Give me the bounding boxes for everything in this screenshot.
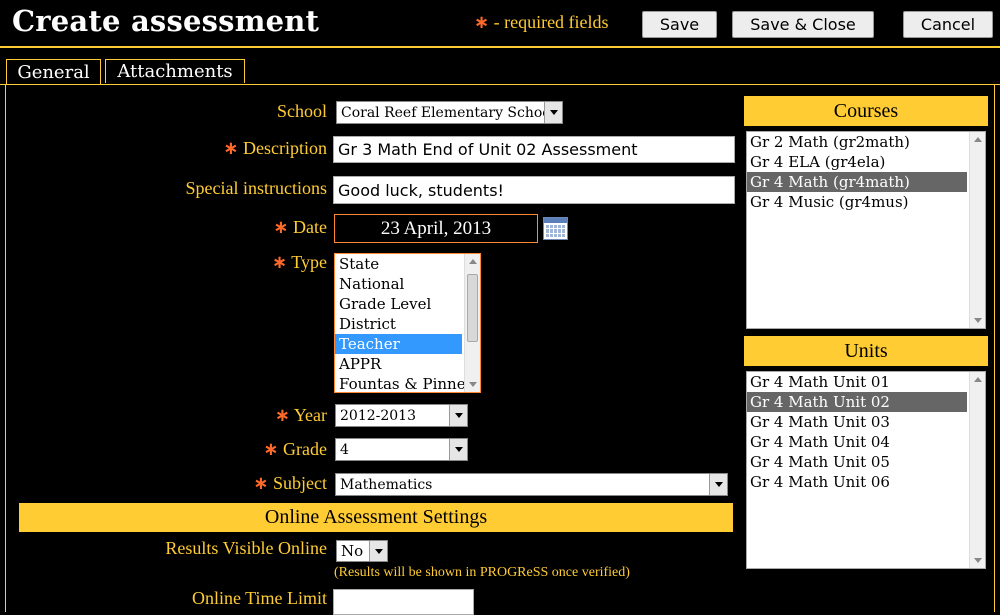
description-label: ∗ Description <box>223 138 327 159</box>
panel-border-left <box>5 84 6 612</box>
subject-select[interactable]: Mathematics <box>335 473 728 496</box>
date-label: ∗ Date <box>273 217 327 238</box>
scroll-down-icon[interactable] <box>469 382 477 387</box>
school-value: Coral Reef Elementary School <box>341 104 544 121</box>
description-input[interactable]: Gr 3 Math End of Unit 02 Assessment <box>333 136 735 163</box>
unit-item[interactable]: Gr 4 Math Unit 04 <box>747 432 985 452</box>
type-listbox[interactable]: State National Grade Level District Teac… <box>334 253 481 393</box>
unit-item[interactable]: Gr 4 Math Unit 01 <box>747 372 985 392</box>
subject-label: ∗ Subject <box>253 473 327 494</box>
course-item[interactable]: Gr 4 Music (gr4mus) <box>747 192 985 212</box>
subject-value: Mathematics <box>340 476 433 493</box>
type-scrollbar[interactable] <box>464 254 480 392</box>
type-option[interactable]: Fountas & Pinnell <box>335 374 480 392</box>
units-header: Units <box>744 336 988 366</box>
time-limit-input[interactable] <box>333 589 474 615</box>
grade-value: 4 <box>340 441 349 458</box>
course-item-selected[interactable]: Gr 4 Math (gr4math) <box>747 172 967 192</box>
results-visible-select[interactable]: No <box>336 540 388 562</box>
school-label: School <box>276 101 327 121</box>
required-asterisk-icon: ∗ <box>223 138 239 159</box>
results-visible-hint: (Results will be shown in PROGReSS once … <box>334 565 630 580</box>
type-option[interactable]: District <box>335 314 480 334</box>
chevron-down-icon[interactable] <box>449 439 467 460</box>
units-scrollbar[interactable] <box>969 372 985 568</box>
scroll-up-icon[interactable] <box>974 377 982 382</box>
scroll-up-icon[interactable] <box>974 137 982 142</box>
year-value: 2012-2013 <box>340 407 416 424</box>
course-item[interactable]: Gr 2 Math (gr2math) <box>747 132 985 152</box>
date-field[interactable]: 23 April, 2013 <box>334 214 538 243</box>
courses-scrollbar[interactable] <box>969 132 985 328</box>
save-close-button[interactable]: Save & Close <box>732 11 874 38</box>
required-asterisk-icon: ∗ <box>273 217 289 238</box>
scroll-up-icon[interactable] <box>469 259 477 264</box>
required-asterisk-icon: ∗ <box>271 252 288 273</box>
units-listbox[interactable]: Gr 4 Math Unit 01 Gr 4 Math Unit 02 Gr 4… <box>746 371 986 569</box>
unit-item[interactable]: Gr 4 Math Unit 05 <box>747 452 985 472</box>
time-limit-label: Online Time Limit <box>191 588 327 608</box>
type-label: ∗ Type <box>271 252 327 273</box>
courses-header: Courses <box>744 96 988 126</box>
required-fields-note: ∗ - required fields <box>474 12 609 33</box>
type-option[interactable]: State <box>335 254 480 274</box>
scroll-thumb[interactable] <box>467 274 478 342</box>
header-divider <box>0 46 1000 48</box>
special-instructions-input[interactable]: Good luck, students! <box>333 176 735 204</box>
chevron-down-icon[interactable] <box>544 102 562 123</box>
scroll-down-icon[interactable] <box>974 318 982 323</box>
type-option-selected[interactable]: Teacher <box>335 334 462 354</box>
chevron-down-icon[interactable] <box>709 474 727 495</box>
courses-listbox[interactable]: Gr 2 Math (gr2math) Gr 4 ELA (gr4ela) Gr… <box>746 131 986 329</box>
required-asterisk-icon: ∗ <box>263 439 279 460</box>
type-option[interactable]: APPR <box>335 354 480 374</box>
required-asterisk-icon: ∗ <box>253 473 269 494</box>
type-option[interactable]: National <box>335 274 480 294</box>
unit-item[interactable]: Gr 4 Math Unit 06 <box>747 472 985 492</box>
cancel-button[interactable]: Cancel <box>903 11 993 38</box>
online-settings-header: Online Assessment Settings <box>19 503 733 532</box>
page-title: Create assessment <box>12 4 320 38</box>
required-note-text: - required fields <box>489 12 609 32</box>
unit-item-selected[interactable]: Gr 4 Math Unit 02 <box>747 392 967 412</box>
course-item[interactable]: Gr 4 ELA (gr4ela) <box>747 152 985 172</box>
results-visible-value: No <box>341 542 364 560</box>
grade-select[interactable]: 4 <box>335 438 468 461</box>
tab-attachments[interactable]: Attachments <box>105 59 245 83</box>
year-select[interactable]: 2012-2013 <box>335 404 468 427</box>
grade-label: ∗ Grade <box>263 439 327 460</box>
year-label: ∗ Year <box>274 405 327 426</box>
scroll-down-icon[interactable] <box>974 558 982 563</box>
results-visible-label: Results Visible Online <box>165 538 327 558</box>
school-select[interactable]: Coral Reef Elementary School <box>336 101 563 124</box>
unit-item[interactable]: Gr 4 Math Unit 03 <box>747 412 985 432</box>
calendar-icon[interactable] <box>543 217 568 240</box>
required-asterisk-icon: ∗ <box>274 405 290 426</box>
save-button[interactable]: Save <box>642 11 717 38</box>
chevron-down-icon[interactable] <box>369 541 387 561</box>
required-asterisk-icon: ∗ <box>474 12 490 33</box>
tab-divider <box>0 84 1000 85</box>
type-option[interactable]: Grade Level <box>335 294 480 314</box>
special-instructions-label: Special instructions <box>185 178 327 198</box>
panel-border-right <box>994 84 995 612</box>
tab-general[interactable]: General <box>6 59 101 85</box>
chevron-down-icon[interactable] <box>449 405 467 426</box>
